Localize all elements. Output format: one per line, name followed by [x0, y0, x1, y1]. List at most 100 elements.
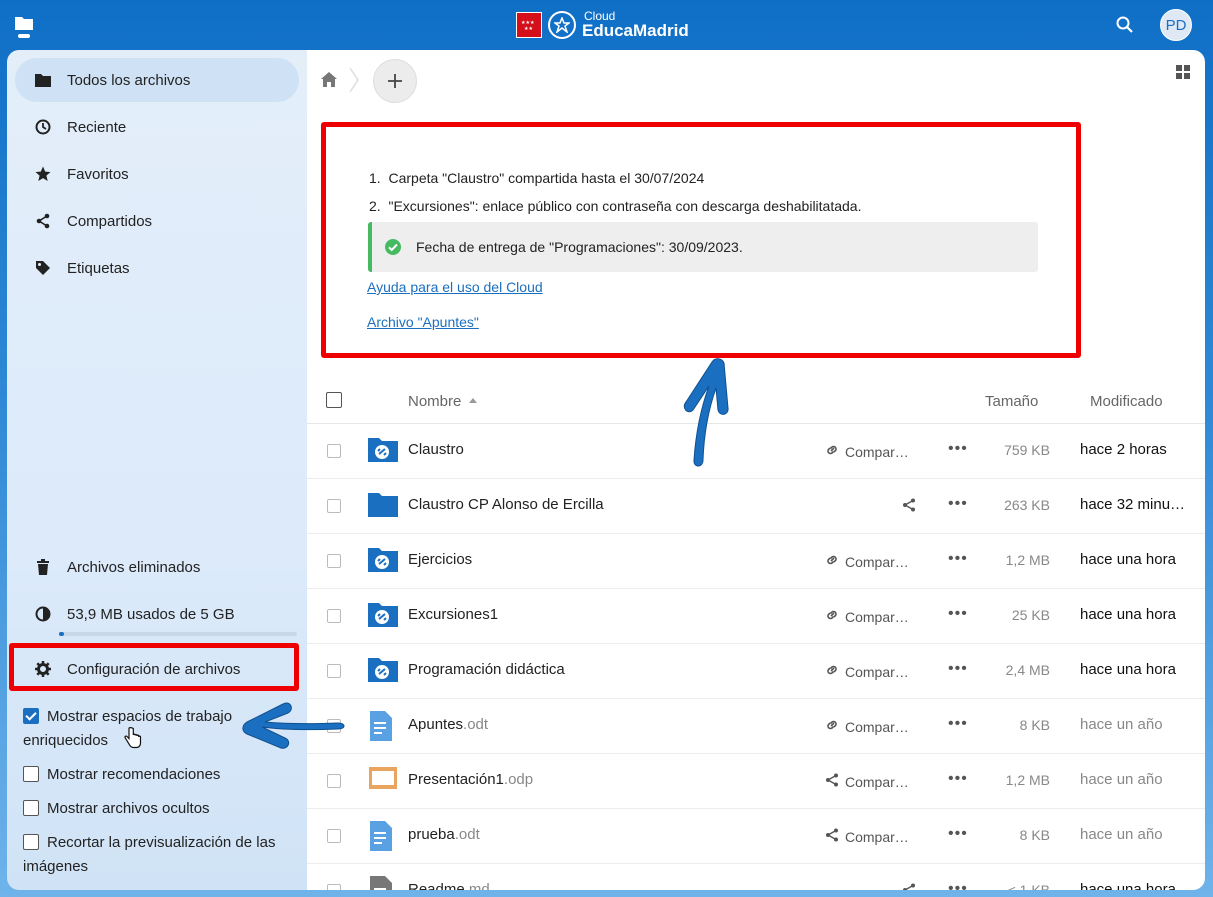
column-header-size[interactable]: Tamaño [985, 393, 1038, 410]
share-label: Compar… [845, 663, 909, 680]
sidebar-item-shared[interactable]: Compartidos [15, 199, 299, 243]
share-status[interactable]: Compar… [825, 553, 909, 570]
option-label: Recortar la previsualización de las imág… [23, 834, 276, 875]
table-row[interactable]: Programación didáctica Compar… ••• 2,4 M… [307, 644, 1205, 699]
file-name[interactable]: Apuntes.odt [408, 716, 488, 733]
sidebar-item-tags[interactable]: Etiquetas [15, 246, 299, 290]
share-icon[interactable] [902, 883, 916, 890]
share-icon [35, 213, 51, 229]
breadcrumb-separator-icon [349, 67, 359, 93]
row-checkbox[interactable] [327, 444, 341, 458]
checkbox-checked[interactable] [23, 708, 39, 724]
table-row[interactable]: Apuntes.odt Compar… ••• 8 KB hace un año [307, 699, 1205, 754]
more-actions-icon[interactable]: ••• [948, 825, 968, 843]
sidebar-item-trash[interactable]: Archivos eliminados [15, 545, 299, 589]
file-extension: .odp [503, 771, 534, 788]
sidebar-item-favorites[interactable]: Favoritos [15, 152, 299, 196]
share-status[interactable]: Compar… [825, 443, 909, 460]
share-status[interactable]: Compar… [825, 773, 909, 790]
row-checkbox[interactable] [327, 554, 341, 568]
folder-link-icon [368, 601, 398, 631]
more-actions-icon[interactable]: ••• [948, 550, 968, 568]
column-header-modified[interactable]: Modificado [1090, 393, 1163, 410]
row-checkbox[interactable] [327, 609, 341, 623]
sidebar-item-quota: 53,9 MB usados de 5 GB [15, 592, 299, 636]
file-name[interactable]: Excursiones1 [408, 606, 498, 623]
file-modified: hace una hora [1080, 606, 1176, 623]
clock-icon [35, 119, 51, 135]
header-bar: ★★★ ★★ Cloud EducaMadrid PD [0, 0, 1213, 50]
share-label: Compar… [845, 608, 909, 625]
table-row[interactable]: Ejercicios Compar… ••• 1,2 MB hace una h… [307, 534, 1205, 589]
file-name[interactable]: Programación didáctica [408, 661, 565, 678]
share-status[interactable]: Compar… [825, 608, 909, 625]
star-icon [35, 166, 51, 182]
checkbox-unchecked[interactable] [23, 766, 39, 782]
checkbox-unchecked[interactable] [23, 800, 39, 816]
educamadrid-logo[interactable]: ★★★ ★★ Cloud EducaMadrid [516, 10, 689, 39]
file-name[interactable]: Readme.md [408, 881, 490, 890]
option-label: Mostrar recomendaciones [47, 766, 221, 783]
help-link[interactable]: Ayuda para el uso del Cloud [367, 279, 543, 295]
row-checkbox[interactable] [327, 884, 341, 890]
option-recommendations[interactable]: Mostrar recomendaciones [23, 763, 303, 787]
table-row[interactable]: prueba.odt Compar… ••• 8 KB hace un año [307, 809, 1205, 864]
file-size: 759 KB [1004, 442, 1050, 458]
row-checkbox[interactable] [327, 719, 341, 733]
sidebar-item-all-files[interactable]: Todos los archivos [15, 58, 299, 102]
callout-text: Fecha de entrega de "Programaciones": 30… [416, 239, 743, 255]
folder-icon[interactable] [14, 15, 34, 39]
file-name[interactable]: Ejercicios [408, 551, 472, 568]
more-actions-icon[interactable]: ••• [948, 605, 968, 623]
share-status[interactable]: Compar… [825, 828, 909, 845]
share-status[interactable]: Compar… [825, 663, 909, 680]
file-name[interactable]: Claustro [408, 441, 464, 458]
file-name[interactable]: Presentación1.odp [408, 771, 533, 788]
row-checkbox[interactable] [327, 664, 341, 678]
rich-workspace-list: 1. Carpeta "Claustro" compartida hasta e… [369, 164, 1069, 220]
select-all-checkbox[interactable] [326, 392, 342, 408]
more-actions-icon[interactable]: ••• [948, 715, 968, 733]
apuntes-link[interactable]: Archivo "Apuntes" [367, 314, 479, 330]
more-actions-icon[interactable]: ••• [948, 495, 968, 513]
more-actions-icon[interactable]: ••• [948, 770, 968, 788]
add-new-button[interactable] [373, 59, 417, 103]
user-avatar[interactable]: PD [1160, 9, 1192, 41]
grid-view-icon[interactable] [1176, 65, 1190, 83]
row-checkbox[interactable] [327, 774, 341, 788]
share-status[interactable]: Compar… [825, 718, 909, 735]
folder-icon [35, 72, 51, 88]
quota-label: 53,9 MB usados de 5 GB [67, 605, 235, 623]
hand-cursor-icon [124, 727, 142, 753]
home-icon[interactable] [321, 72, 337, 91]
table-row[interactable]: Excursiones1 Compar… ••• 25 KB hace una … [307, 589, 1205, 644]
more-actions-icon[interactable]: ••• [948, 880, 968, 890]
column-header-name[interactable]: Nombre [408, 393, 478, 410]
settings-highlight-box [9, 643, 299, 691]
more-actions-icon[interactable]: ••• [948, 440, 968, 458]
option-hidden-files[interactable]: Mostrar archivos ocultos [23, 797, 303, 821]
file-name[interactable]: Claustro CP Alonso de Ercilla [408, 496, 604, 513]
share-icon[interactable] [902, 498, 916, 516]
link-icon [825, 443, 839, 460]
rich-workspace-panel[interactable]: 1. Carpeta "Claustro" compartida hasta e… [321, 122, 1081, 358]
file-size: 8 KB [1019, 827, 1050, 843]
more-actions-icon[interactable]: ••• [948, 660, 968, 678]
table-row[interactable]: Claustro CP Alonso de Ercilla ••• 263 KB… [307, 479, 1205, 534]
file-modified: hace una hora [1080, 661, 1176, 678]
file-name[interactable]: prueba.odt [408, 826, 480, 843]
file-size: 25 KB [1011, 607, 1050, 623]
main-content: 1. Carpeta "Claustro" compartida hasta e… [307, 50, 1205, 890]
table-row[interactable]: Presentación1.odp Compar… ••• 1,2 MB hac… [307, 754, 1205, 809]
sidebar-item-label: Etiquetas [67, 259, 130, 277]
table-row[interactable]: Claustro Compar… ••• 759 KB hace 2 horas [307, 424, 1205, 479]
row-checkbox[interactable] [327, 499, 341, 513]
tag-icon [35, 260, 51, 276]
option-crop-previews[interactable]: Recortar la previsualización de las imág… [23, 831, 303, 879]
option-rich-workspaces[interactable]: Mostrar espacios de trabajo enriquecidos [23, 705, 303, 753]
table-row[interactable]: Readme.md ••• < 1 KB hace una hora [307, 864, 1205, 890]
checkbox-unchecked[interactable] [23, 834, 39, 850]
sidebar-item-recent[interactable]: Reciente [15, 105, 299, 149]
search-icon[interactable] [1115, 15, 1135, 35]
row-checkbox[interactable] [327, 829, 341, 843]
